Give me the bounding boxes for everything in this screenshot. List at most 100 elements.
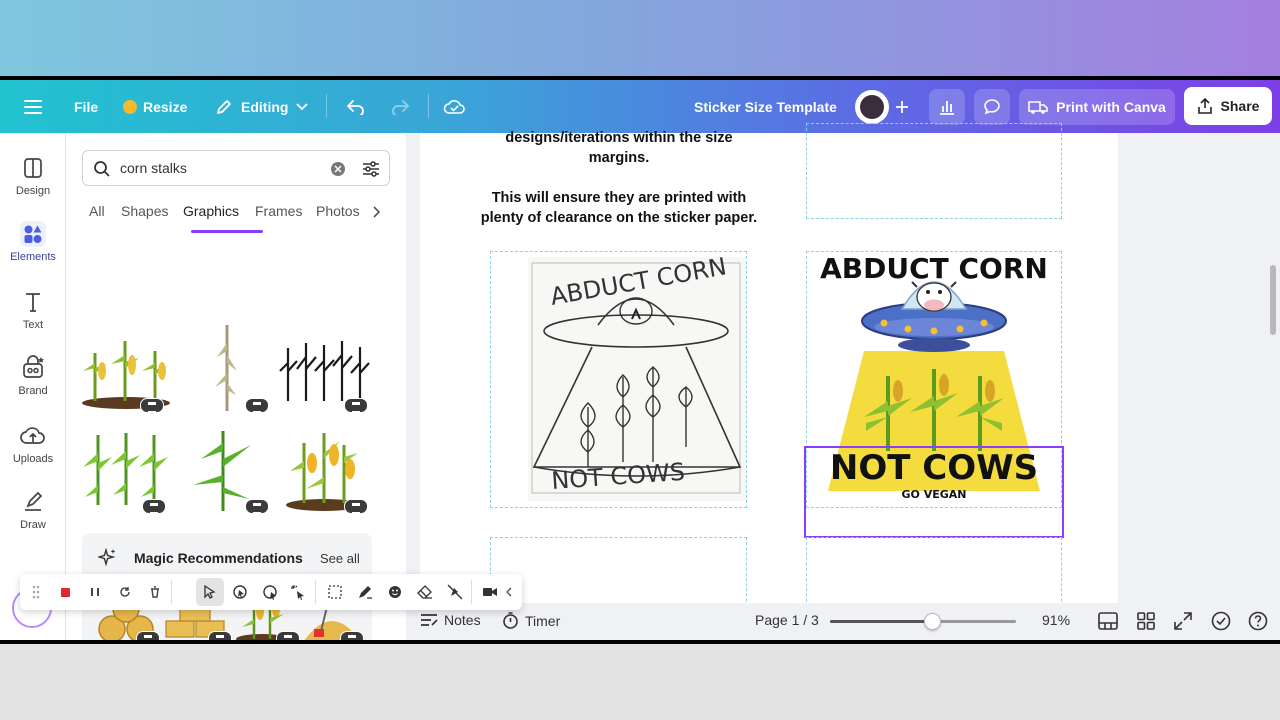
collapse-chevron-icon[interactable] bbox=[496, 580, 520, 604]
help-icon[interactable] bbox=[1248, 611, 1268, 631]
canvas-area: designs/iterations within the size margi… bbox=[406, 123, 1280, 617]
notes-button[interactable]: Notes bbox=[420, 612, 481, 628]
graphic-thumbnail[interactable] bbox=[179, 423, 273, 515]
region-select-icon[interactable] bbox=[323, 580, 347, 604]
video-bottom-band bbox=[0, 644, 1280, 720]
text-icon bbox=[26, 293, 40, 312]
resize-label: Resize bbox=[143, 98, 188, 115]
timer-label: Timer bbox=[525, 612, 561, 629]
graphic-thumbnail[interactable] bbox=[179, 323, 273, 415]
rail-label: Text bbox=[22, 319, 44, 331]
crown-icon bbox=[123, 99, 137, 114]
page-indicator[interactable]: Page 1 / 3 bbox=[755, 612, 819, 628]
notes-label: Notes bbox=[444, 612, 481, 628]
zoom-slider-handle[interactable] bbox=[924, 613, 942, 630]
search-input[interactable]: corn stalks bbox=[82, 150, 390, 186]
filter-icon[interactable] bbox=[362, 160, 380, 178]
timer-button[interactable]: Timer bbox=[502, 612, 560, 629]
share-label: Share bbox=[1220, 98, 1260, 114]
rail-item-uploads[interactable]: Uploads bbox=[0, 423, 66, 483]
rail-item-draw[interactable]: Draw bbox=[0, 489, 66, 549]
share-button[interactable]: Share bbox=[1184, 87, 1272, 125]
uploads-icon bbox=[20, 427, 45, 444]
undo-icon[interactable] bbox=[346, 80, 366, 133]
redo-icon[interactable] bbox=[390, 80, 410, 133]
rail-item-design[interactable]: Design bbox=[0, 155, 66, 215]
graphic-thumbnail[interactable] bbox=[278, 323, 372, 415]
print-with-canva-button[interactable]: Print with Canva bbox=[1019, 89, 1175, 125]
hide-annotations-icon[interactable] bbox=[443, 580, 467, 604]
pages-view-icon[interactable] bbox=[1098, 612, 1118, 630]
bar-chart-icon bbox=[940, 101, 954, 115]
check-circle-icon[interactable] bbox=[1211, 611, 1231, 631]
instruction-line: plenty of clearance on the sticker paper… bbox=[480, 210, 758, 226]
see-all-link[interactable]: See all bbox=[320, 551, 360, 566]
spotlight-icon[interactable] bbox=[258, 580, 282, 604]
sketch-top-text: ABDUCT CORN bbox=[548, 257, 728, 311]
rail-label: Design bbox=[15, 185, 51, 197]
tab-shapes[interactable]: Shapes bbox=[121, 203, 168, 219]
tab-all[interactable]: All bbox=[89, 203, 105, 219]
drag-handle-icon[interactable] bbox=[24, 580, 48, 604]
cloud-saved-icon[interactable] bbox=[443, 80, 465, 133]
fullscreen-icon[interactable] bbox=[1174, 612, 1192, 630]
chevron-right-icon[interactable] bbox=[373, 206, 381, 218]
bottom-bar: Notes Timer Page 1 / 3 91% bbox=[406, 603, 1280, 640]
design-icon bbox=[24, 158, 42, 178]
eraser-icon[interactable] bbox=[413, 580, 437, 604]
instruction-text[interactable]: This will ensure they are printed with p… bbox=[469, 188, 769, 228]
search-value: corn stalks bbox=[120, 160, 187, 176]
emoji-icon[interactable] bbox=[383, 580, 407, 604]
search-icon bbox=[94, 161, 110, 177]
cursor-effect-icon[interactable] bbox=[286, 580, 310, 604]
canvas-scrollbar[interactable] bbox=[1270, 265, 1276, 335]
tab-photos[interactable]: Photos bbox=[316, 203, 360, 219]
print-label: Print with Canva bbox=[1056, 99, 1166, 115]
editing-mode-button[interactable]: Editing bbox=[215, 80, 309, 133]
grid-view-icon[interactable] bbox=[1137, 612, 1155, 630]
insights-button[interactable] bbox=[929, 89, 965, 125]
pointer-icon[interactable] bbox=[198, 580, 222, 604]
instruction-line: margins. bbox=[588, 150, 650, 166]
graphic-thumbnail[interactable] bbox=[80, 423, 174, 515]
rail-item-brand[interactable]: Brand bbox=[0, 355, 66, 415]
file-menu[interactable]: File bbox=[74, 80, 98, 133]
stop-recording-icon[interactable] bbox=[53, 580, 77, 604]
rail-item-text[interactable]: Text bbox=[0, 289, 66, 349]
zoom-level[interactable]: 91% bbox=[1042, 612, 1070, 628]
graphic-thumbnail[interactable] bbox=[80, 323, 174, 415]
comments-button[interactable] bbox=[974, 89, 1010, 125]
instruction-text[interactable]: designs/iterations within the size margi… bbox=[469, 128, 769, 168]
resize-button[interactable]: Resize bbox=[123, 80, 187, 133]
sketch-image[interactable]: ABDUCT CORN NOT COWS bbox=[528, 252, 746, 501]
restart-icon[interactable] bbox=[113, 580, 137, 604]
sticker-title: ABDUCT CORN bbox=[820, 252, 1048, 285]
pause-icon[interactable] bbox=[83, 580, 107, 604]
click-highlight-icon[interactable] bbox=[228, 580, 252, 604]
category-tabs: All Shapes Graphics Frames Photos bbox=[82, 203, 392, 233]
magic-title: Magic Recommendations bbox=[134, 550, 303, 566]
pen-tool-icon[interactable] bbox=[353, 580, 377, 604]
hamburger-icon[interactable] bbox=[24, 80, 42, 133]
truck-icon bbox=[1028, 101, 1048, 114]
clear-icon[interactable] bbox=[331, 162, 345, 176]
selection-box[interactable] bbox=[804, 446, 1064, 538]
sketch-bottom-text: NOT COWS bbox=[550, 458, 685, 495]
recorder-toolbar bbox=[20, 574, 522, 610]
comment-icon bbox=[984, 99, 1000, 115]
rail-item-elements[interactable]: Elements bbox=[0, 221, 66, 281]
zoom-slider[interactable] bbox=[830, 613, 1016, 630]
design-page[interactable]: designs/iterations within the size margi… bbox=[420, 123, 1118, 617]
graphic-thumbnail[interactable] bbox=[278, 423, 372, 515]
instruction-line: designs/iterations within the size bbox=[505, 130, 733, 146]
tab-graphics[interactable]: Graphics bbox=[183, 203, 239, 219]
rail-label: Uploads bbox=[12, 453, 54, 465]
elements-panel: corn stalks All Shapes Graphics Frames P… bbox=[66, 133, 467, 640]
elements-icon bbox=[20, 221, 46, 247]
rail-label: Draw bbox=[20, 519, 46, 531]
rail-label: Elements bbox=[10, 251, 56, 263]
rail-label: Brand bbox=[18, 385, 48, 397]
tab-frames[interactable]: Frames bbox=[255, 203, 302, 219]
trash-icon[interactable] bbox=[143, 580, 167, 604]
sticker-margin-box bbox=[806, 123, 1062, 219]
